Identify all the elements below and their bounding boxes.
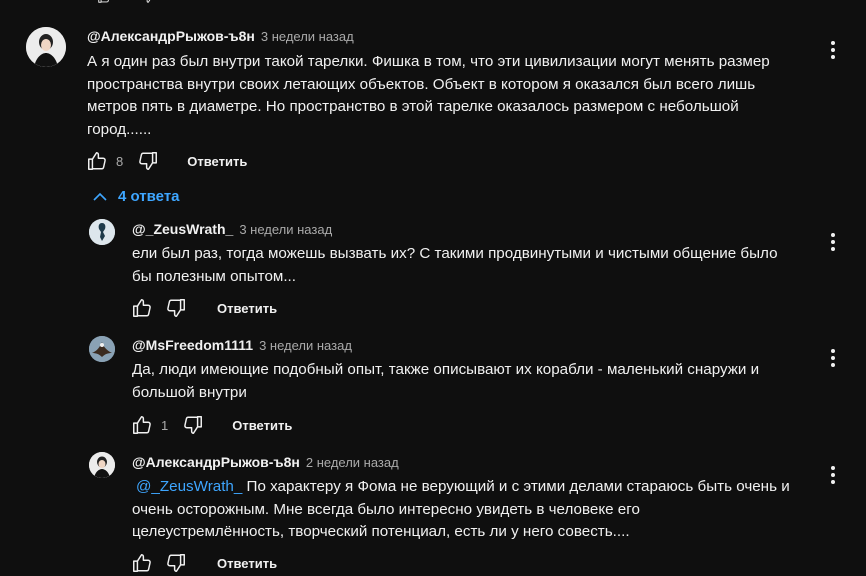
comment-actions: 1 Ответить [131, 414, 292, 436]
avatar-image [89, 336, 115, 362]
avatar-image [89, 452, 115, 478]
comment-line: ели был раз, тогда можешь вызвать их? С … [132, 245, 778, 262]
chevron-up-icon [93, 192, 107, 201]
more-vert-icon[interactable] [831, 466, 835, 487]
avatar[interactable] [89, 336, 115, 362]
comment-line: А я один раз был внутри такой тарелки. Ф… [87, 53, 770, 70]
mention-link[interactable]: @_ZeusWrath_ [136, 478, 242, 495]
previous-comment-actions [95, 0, 157, 4]
comment-line: целеустремлённость, творческий потенциал… [132, 523, 630, 540]
comment-text: А я один раз был внутри такой тарелки. Ф… [87, 51, 770, 141]
thumb-down-icon[interactable] [139, 0, 157, 4]
avatar[interactable] [26, 27, 66, 67]
replies-count-label: 4 ответа [118, 188, 180, 205]
thumb-down-icon[interactable] [182, 414, 204, 436]
more-vert-icon[interactable] [831, 233, 835, 254]
comment-time[interactable]: 3 недели назад [239, 222, 332, 237]
comment-author[interactable]: @АлександрРыжов-ъ8н [87, 28, 255, 44]
comment-line: большой внутри [132, 383, 247, 401]
reply-button[interactable]: Ответить [217, 556, 277, 571]
avatar[interactable] [89, 452, 115, 478]
like-count: 1 [161, 417, 169, 433]
thumb-down-icon[interactable] [137, 150, 159, 172]
reply-button[interactable]: Ответить [187, 154, 247, 169]
avatar-image [89, 219, 115, 245]
thumb-up-icon[interactable] [95, 0, 113, 4]
thumb-up-icon[interactable] [131, 297, 153, 319]
comment-line: метров пять в диаметре. Но пространство … [87, 98, 739, 115]
more-vert-icon[interactable] [831, 349, 835, 370]
thumb-down-icon[interactable] [165, 552, 187, 574]
like-count: 8 [116, 153, 124, 169]
reply-button[interactable]: Ответить [217, 301, 277, 316]
comment-time[interactable]: 3 недели назад [261, 29, 354, 44]
comment-author[interactable]: @АлександрРыжов-ъ8н [132, 454, 300, 470]
thumb-up-icon[interactable] [131, 552, 153, 574]
comment-author[interactable]: @MsFreedom1111 [132, 337, 253, 353]
comment-line-text: По характеру я Фома не верующий и с этим… [242, 478, 790, 495]
comment-text: Да, люди имеющие подобный опыт, также оп… [132, 359, 759, 404]
replies-toggle-button[interactable]: 4 ответа [92, 188, 180, 205]
comment-actions: Ответить [131, 552, 277, 574]
comment-line: пространства внутри своих летающих объек… [87, 75, 756, 93]
comment-time[interactable]: 2 недели назад [306, 455, 399, 470]
comment-author[interactable]: @_ZeusWrath_ [132, 221, 233, 237]
reply-button[interactable]: Ответить [232, 418, 292, 433]
comment-actions: Ответить [131, 297, 277, 319]
comment-line: город...... [87, 120, 152, 138]
avatar[interactable] [89, 219, 115, 245]
comment-line: бы полезным опытом... [132, 267, 296, 285]
comment-text: @_ZeusWrath_ По характеру я Фома не веру… [132, 476, 790, 544]
comment-time[interactable]: 3 недели назад [259, 338, 352, 353]
comment-line: Да, люди имеющие подобный опыт, также оп… [132, 361, 760, 378]
avatar-image [26, 27, 66, 67]
thumb-down-icon[interactable] [165, 297, 187, 319]
thumb-up-icon[interactable] [86, 150, 108, 172]
thumb-up-icon[interactable] [131, 414, 153, 436]
comment-text: ели был раз, тогда можешь вызвать их? С … [132, 243, 778, 288]
comment-line: @_ZeusWrath_ По характеру я Фома не веру… [132, 476, 790, 499]
comment-actions: 8 Ответить [86, 150, 247, 172]
comment-line: очень осторожным. Мне всегда было интере… [132, 500, 640, 518]
more-vert-icon[interactable] [831, 41, 835, 62]
